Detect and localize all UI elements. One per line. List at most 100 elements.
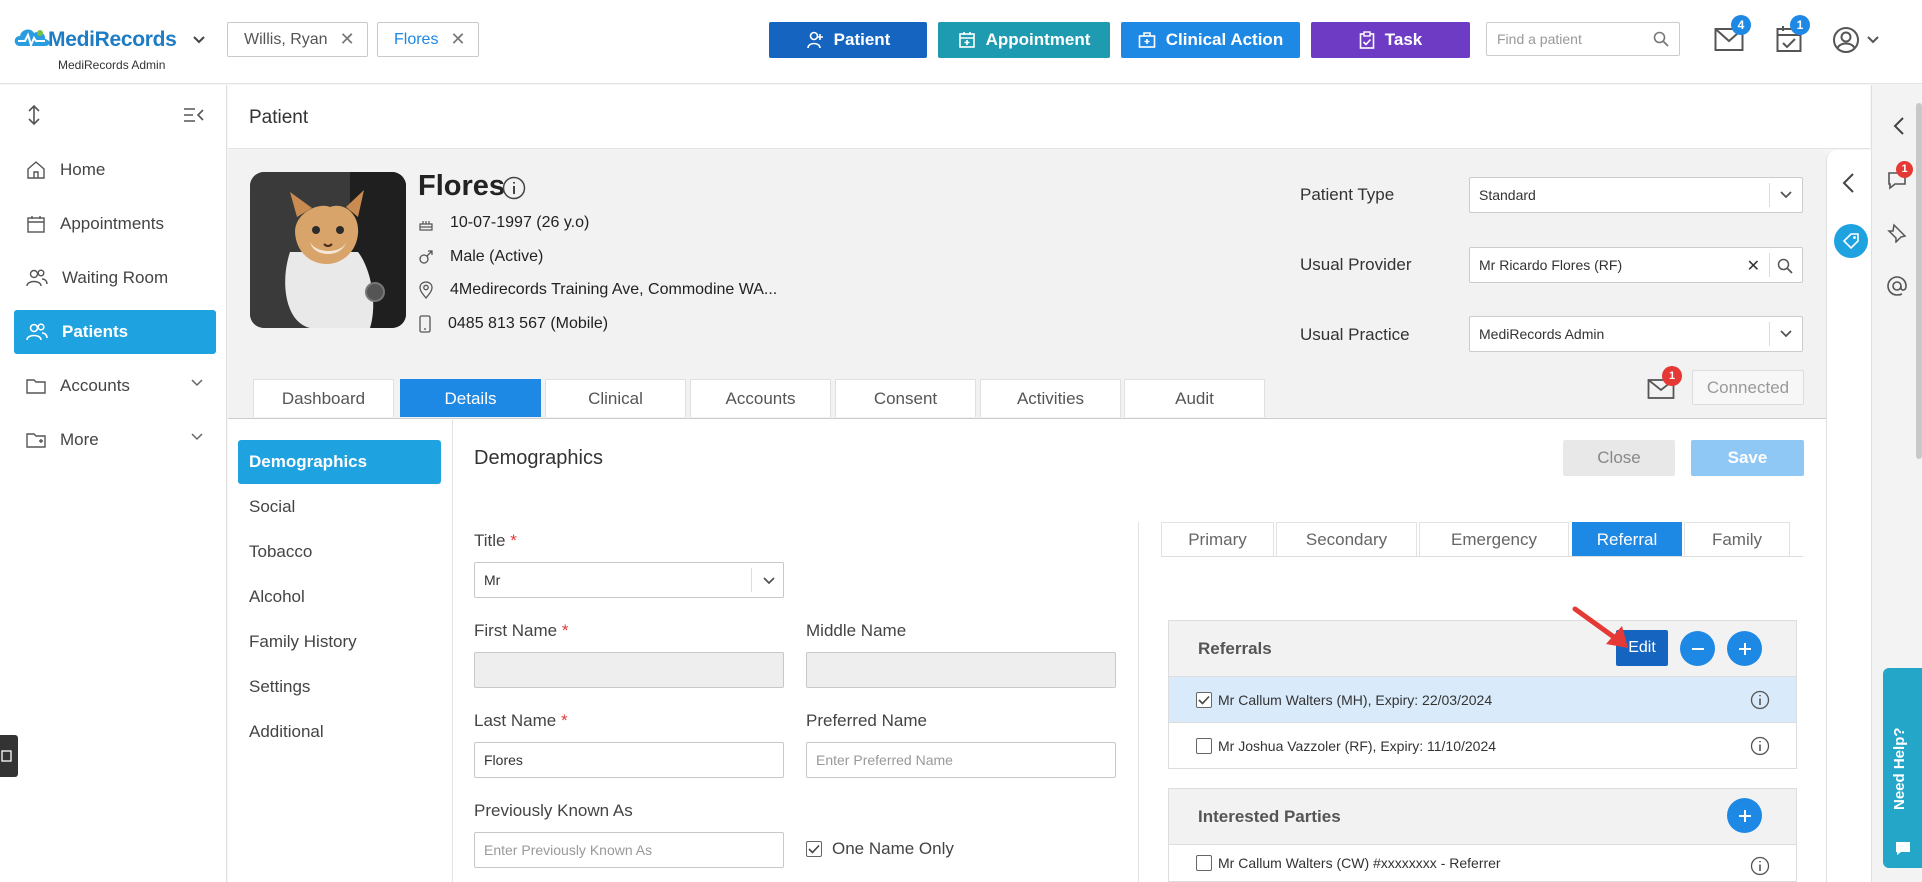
checkbox[interactable] — [1196, 737, 1212, 754]
save-button[interactable]: Save — [1691, 440, 1804, 476]
tab-details[interactable]: Details — [400, 379, 541, 417]
connected-button[interactable]: Connected — [1692, 370, 1804, 405]
close-icon[interactable]: ✕ — [340, 29, 355, 50]
usual-practice-select[interactable]: MediRecords Admin — [1469, 316, 1803, 352]
tag-icon[interactable] — [1834, 224, 1868, 258]
tab-family[interactable]: Family — [1684, 522, 1790, 557]
sidebar-item-patients[interactable]: Patients — [14, 310, 216, 354]
chevron-down-icon — [191, 379, 203, 387]
tab-referral[interactable]: Referral — [1572, 522, 1682, 557]
need-help-button[interactable]: Need Help? — [1883, 668, 1922, 868]
sidebar-item-more[interactable]: More — [14, 418, 216, 462]
search-icon[interactable] — [1653, 31, 1669, 47]
chevron-down-icon — [1780, 191, 1792, 199]
one-name-only-checkbox[interactable]: One Name Only — [806, 839, 954, 859]
mail-count-badge: 4 — [1731, 15, 1751, 35]
usual-provider-select[interactable]: Mr Ricardo Flores (RF) ✕ — [1469, 247, 1803, 283]
tab-emergency[interactable]: Emergency — [1419, 522, 1569, 557]
task-count-badge: 1 — [1790, 15, 1810, 35]
add-referral-button[interactable] — [1727, 631, 1762, 666]
secondary-side-panel — [1826, 150, 1871, 882]
subnav-social[interactable]: Social — [238, 485, 441, 529]
pin-icon[interactable] — [1887, 223, 1907, 243]
patient-name: Flores — [418, 170, 506, 202]
tab-dashboard[interactable]: Dashboard — [253, 379, 394, 417]
search-icon[interactable] — [1777, 258, 1793, 274]
clinical-action-button[interactable]: Clinical Action — [1121, 22, 1300, 58]
subnav-settings[interactable]: Settings — [238, 665, 441, 709]
sidebar-item-home[interactable]: Home — [14, 148, 216, 192]
last-name-label: Last Name * — [474, 711, 568, 730]
subnav-demographics[interactable]: Demographics — [238, 440, 441, 484]
chevron-left-icon[interactable] — [1841, 172, 1855, 194]
sidebar-item-accounts[interactable]: Accounts — [14, 364, 216, 408]
title-select[interactable]: Mr — [474, 562, 784, 598]
sidebar-item-label: Patients — [62, 322, 129, 341]
previously-known-as-input[interactable]: Enter Previously Known As — [474, 832, 784, 868]
button-label: Patient — [833, 30, 891, 49]
find-patient-input[interactable]: Find a patient — [1486, 22, 1680, 56]
mention-icon[interactable] — [1886, 275, 1908, 297]
info-icon[interactable] — [1750, 736, 1770, 756]
referral-row[interactable]: Mr Joshua Vazzoler (RF), Expiry: 11/10/2… — [1168, 723, 1797, 769]
close-button[interactable]: Close — [1563, 440, 1675, 476]
info-icon[interactable] — [1750, 690, 1770, 710]
brand-name[interactable]: MediRecords — [48, 28, 177, 52]
expand-vertical-icon[interactable] — [27, 105, 41, 125]
user-avatar-icon[interactable] — [1832, 26, 1882, 54]
referral-row[interactable]: Mr Callum Walters (MH), Expiry: 22/03/20… — [1168, 677, 1797, 723]
new-appointment-button[interactable]: Appointment — [938, 22, 1110, 58]
preferred-name-input[interactable]: Enter Preferred Name — [806, 742, 1116, 778]
sidebar-item-appointments[interactable]: Appointments — [14, 202, 216, 246]
subnav-tobacco[interactable]: Tobacco — [238, 530, 441, 574]
side-drawer-handle[interactable] — [0, 735, 18, 777]
subnav-additional[interactable]: Additional — [238, 710, 441, 754]
subnav-family-history[interactable]: Family History — [238, 620, 441, 664]
previously-known-as-label: Previously Known As — [474, 801, 633, 820]
tab-underline — [1161, 556, 1803, 557]
patient-chip-flores[interactable]: Flores ✕ — [377, 22, 479, 57]
checkbox[interactable] — [806, 841, 822, 857]
checkbox[interactable] — [1196, 691, 1212, 708]
sidebar-item-waiting-room[interactable]: Waiting Room — [14, 256, 216, 300]
chevron-left-icon[interactable] — [1893, 116, 1905, 136]
tab-activities[interactable]: Activities — [980, 379, 1121, 417]
patient-type-select[interactable]: Standard — [1469, 177, 1803, 213]
tab-secondary[interactable]: Secondary — [1276, 522, 1417, 557]
last-name-input[interactable]: Flores — [474, 742, 784, 778]
sidebar-item-label: Appointments — [60, 214, 164, 233]
close-icon[interactable]: ✕ — [450, 29, 465, 50]
location-pin-icon — [419, 281, 433, 299]
scrollbar[interactable] — [1916, 103, 1922, 459]
input-value: Flores — [484, 752, 523, 768]
tab-primary[interactable]: Primary — [1161, 522, 1274, 557]
patient-dob-row: 10-07-1997 (26 y.o) — [418, 214, 589, 232]
subnav-alcohol[interactable]: Alcohol — [238, 575, 441, 619]
checkbox[interactable] — [1196, 855, 1212, 871]
tab-consent[interactable]: Consent — [835, 379, 976, 417]
middle-name-input[interactable] — [806, 652, 1116, 688]
remove-referral-button[interactable] — [1680, 631, 1715, 666]
select-value: Mr — [484, 572, 501, 588]
info-icon[interactable] — [502, 176, 526, 200]
chevron-down-icon — [191, 433, 203, 441]
brand-dropdown-icon[interactable] — [192, 35, 206, 45]
collapse-sidebar-icon[interactable] — [183, 107, 205, 123]
medirecords-logo-icon[interactable] — [12, 24, 52, 50]
tab-clinical[interactable]: Clinical — [545, 379, 686, 417]
interested-party-row[interactable]: Mr Callum Walters (CW) #xxxxxxxx - Refer… — [1168, 845, 1797, 882]
tab-accounts[interactable]: Accounts — [690, 379, 831, 417]
patient-photo[interactable] — [250, 172, 406, 328]
first-name-input[interactable] — [474, 652, 784, 688]
clear-icon[interactable]: ✕ — [1747, 256, 1760, 276]
patient-chip-willis[interactable]: Willis, Ryan ✕ — [227, 22, 368, 57]
patient-address-row: 4Medirecords Training Ave, Commodine WA.… — [418, 281, 777, 299]
add-interested-party-button[interactable] — [1727, 798, 1762, 833]
info-icon[interactable] — [1750, 856, 1770, 876]
page-header: Patient — [228, 85, 1870, 149]
new-patient-button[interactable]: Patient — [769, 22, 927, 58]
tab-audit[interactable]: Audit — [1124, 379, 1265, 417]
minus-icon — [1691, 647, 1704, 650]
new-task-button[interactable]: Task — [1311, 22, 1470, 58]
title-label: Title * — [474, 531, 517, 550]
